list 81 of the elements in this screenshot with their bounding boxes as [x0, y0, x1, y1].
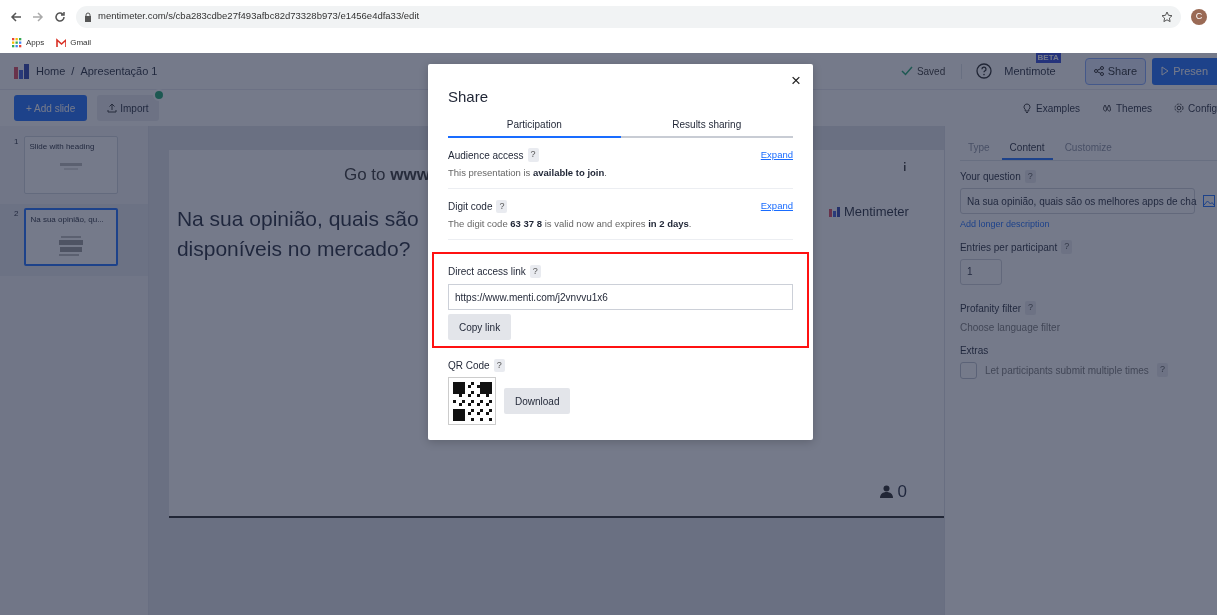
section-description: This presentation is available to join.	[448, 165, 608, 180]
participant-count: 0	[897, 480, 907, 503]
person-icon	[880, 484, 894, 498]
forward-icon[interactable]	[32, 10, 44, 23]
saved-status: Saved	[900, 63, 963, 79]
dialog-tab[interactable]: Participation	[448, 112, 621, 138]
slide-number: 1	[14, 136, 19, 148]
thumbnail-drawing	[60, 163, 83, 170]
add-description-link[interactable]: Add longer description	[959, 218, 1217, 232]
beta-badge: BETA	[1035, 53, 1061, 63]
slide-thumbnail[interactable]: Na sua opinião, qu...	[24, 208, 119, 266]
dialog-title: Share	[448, 87, 490, 107]
share-button[interactable]: Share	[1084, 57, 1147, 85]
toolbar-link[interactable]: Config	[1174, 100, 1217, 116]
expand-link[interactable]: Expand	[760, 147, 793, 163]
help-badge[interactable]: ?	[527, 148, 539, 162]
field-label: Entries per participant	[959, 240, 1058, 255]
toolbar-link[interactable]: Examples	[1022, 100, 1080, 116]
thumbnail-drawing	[59, 236, 84, 256]
breadcrumb-link[interactable]: Home	[36, 62, 66, 80]
section-title: Direct access link	[448, 265, 526, 279]
help-badge[interactable]: ?	[1061, 240, 1073, 254]
section-description: The digit code 63 37 8 is valid now and expires in 2 days.	[448, 216, 693, 231]
expand-link[interactable]: Expand	[760, 199, 793, 214]
mail-icon	[56, 38, 67, 48]
section-label: Extras	[959, 343, 990, 358]
slide-thumbnail-title: Na sua opinião, qu...	[30, 214, 105, 226]
back-icon[interactable]	[10, 10, 22, 23]
image-icon[interactable]	[1202, 195, 1215, 207]
slide-thumbnail-title: Slide with heading	[29, 141, 96, 153]
star-icon[interactable]	[1161, 10, 1173, 23]
close-button[interactable]: ×	[789, 72, 803, 89]
question-text: Na sua opinião, quais são	[176, 205, 419, 232]
gear-icon	[1174, 103, 1185, 113]
logo-icon	[828, 205, 840, 217]
question-text: disponíveis no mercado?	[176, 235, 412, 262]
qr-code-drawing	[448, 377, 496, 425]
help-badge[interactable]: ?	[493, 358, 505, 373]
avatar[interactable]: C	[1191, 8, 1207, 25]
link-field[interactable]: https://www.menti.com/j2vnvvu1x6	[448, 284, 793, 310]
check-icon	[900, 66, 913, 76]
present-button[interactable]: Presen	[1152, 57, 1217, 85]
reload-icon[interactable]	[54, 10, 66, 23]
slide-thumbnail[interactable]: Slide with heading	[24, 136, 119, 194]
share-icon	[1093, 66, 1104, 76]
help-badge[interactable]: ?	[496, 199, 508, 213]
help-badge[interactable]: ?	[1025, 301, 1037, 315]
help-icon[interactable]	[976, 63, 993, 79]
play-icon	[1161, 66, 1170, 76]
help-badge[interactable]: ?	[529, 264, 541, 279]
presentation-title[interactable]: Apresentação 1	[80, 62, 158, 80]
import-button[interactable]: Import	[97, 95, 159, 121]
add-slide-button[interactable]: + Add slide	[14, 95, 88, 121]
checkbox[interactable]	[959, 361, 977, 379]
mentimote-link[interactable]: Mentimote	[1004, 62, 1056, 80]
section-title: Audience access	[448, 148, 524, 163]
breadcrumb-separator: /	[71, 63, 75, 79]
bookmark[interactable]: Gmail	[56, 37, 92, 49]
upload-icon	[107, 103, 118, 113]
apps-grid-icon	[12, 38, 22, 48]
toolbar-link[interactable]: Themes	[1101, 100, 1153, 116]
editor-tab[interactable]: Content	[1001, 140, 1053, 160]
bookmark[interactable]: Apps	[12, 37, 45, 49]
section-title: Digit code	[448, 199, 493, 214]
help-badge[interactable]: ?	[1156, 363, 1168, 377]
logo-icon	[14, 63, 30, 79]
drops-icon	[1101, 103, 1112, 113]
section-title: QR Code	[448, 359, 490, 373]
entries-field[interactable]: 1	[959, 258, 1002, 285]
bulb-icon	[1022, 103, 1033, 113]
question-field[interactable]: Na sua opinião, quais são os melhores apps de cha	[959, 188, 1195, 214]
brand-name: Mentimeter	[843, 205, 909, 217]
dialog-tab[interactable]: Results sharing	[620, 112, 793, 138]
join-instructions: Go to www	[343, 164, 430, 186]
info-icon	[902, 162, 906, 171]
download-button[interactable]: Download	[504, 388, 571, 414]
lock-icon	[84, 11, 92, 22]
field-label: Profanity filter	[959, 301, 1022, 316]
field-label: Your question	[959, 170, 1021, 184]
copy-link-button[interactable]: Copy link	[448, 314, 512, 340]
help-badge[interactable]: ?	[1024, 169, 1036, 184]
